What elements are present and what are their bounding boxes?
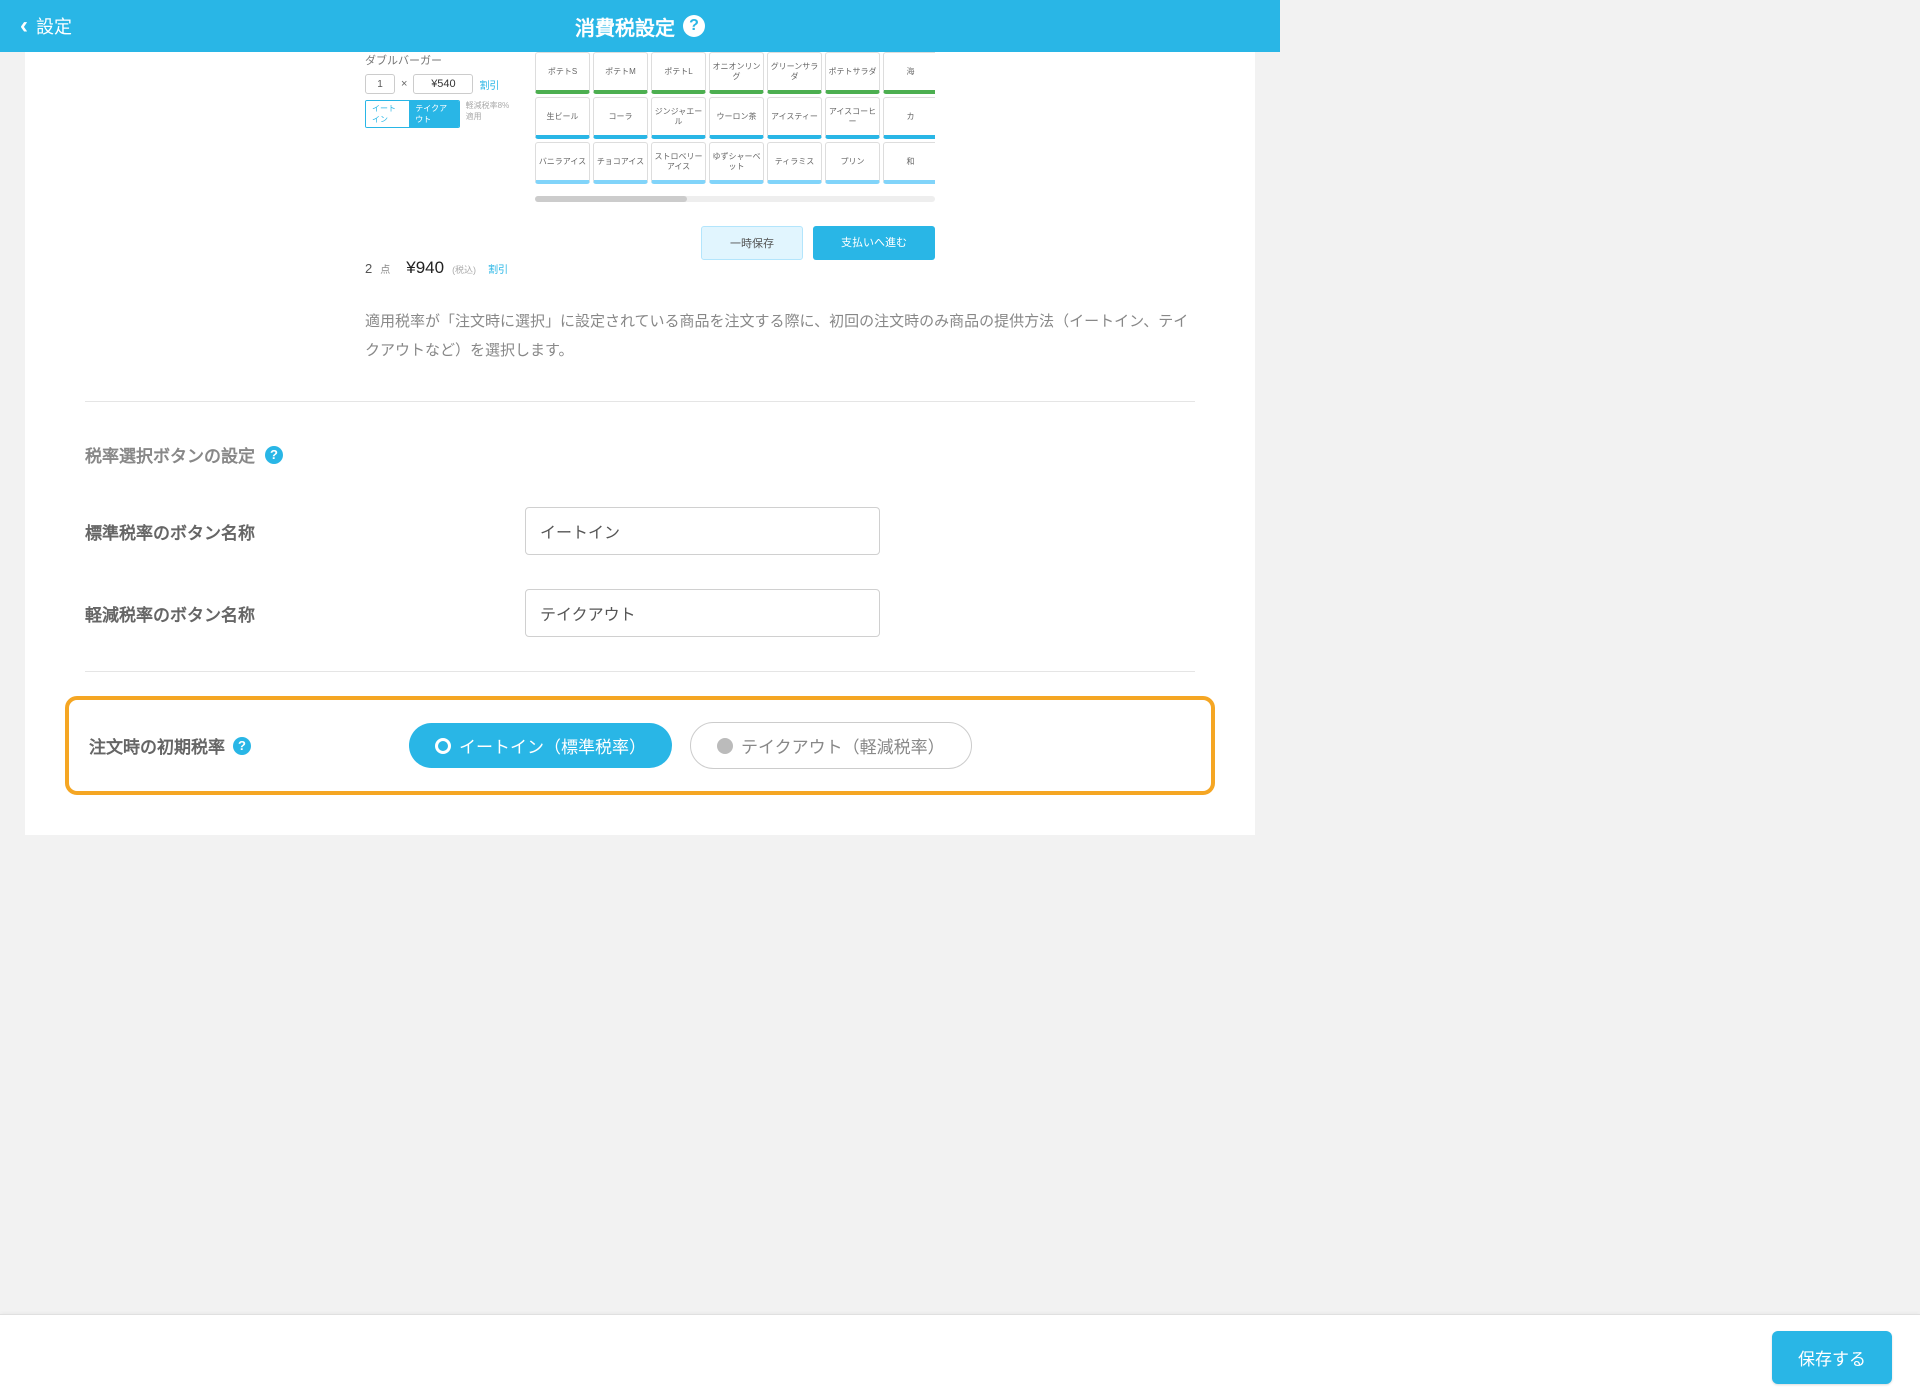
preview-qty-row: 1 × ¥540 割引 xyxy=(365,74,515,94)
menu-tile: グリーンサラダ xyxy=(767,52,822,94)
menu-scrollbar xyxy=(535,196,935,202)
radio-eat-in[interactable]: イートイン（標準税率） xyxy=(409,723,672,768)
menu-tile: カ xyxy=(883,97,935,139)
preview-mock: ダブルバーガー 1 × ¥540 割引 イートイン テイクアウト 軽減税率8%適… xyxy=(85,52,1195,278)
chip-takeout: テイクアウト xyxy=(409,101,458,127)
help-icon[interactable]: ? xyxy=(683,15,705,37)
menu-tile: アイスティー xyxy=(767,97,822,139)
back-button[interactable]: ‹ 設定 xyxy=(0,13,72,39)
menu-tile: チョコアイス xyxy=(593,142,648,184)
menu-tile: オニオンリング xyxy=(709,52,764,94)
standard-rate-label: 標準税率のボタン名称 xyxy=(85,519,525,544)
preview-tax-in: (税込) xyxy=(452,263,476,276)
temp-save-button: 一時保存 xyxy=(701,226,803,260)
preview-total-row: 2 点 ¥940 (税込) 割引 xyxy=(365,258,515,278)
main-card: ダブルバーガー 1 × ¥540 割引 イートイン テイクアウト 軽減税率8%適… xyxy=(25,52,1255,835)
chip-eat-in: イートイン xyxy=(366,101,409,127)
menu-tile: ポテトM xyxy=(593,52,648,94)
preview-discount2: 割引 xyxy=(488,261,508,276)
menu-tile: ポテトL xyxy=(651,52,706,94)
preview-cart: ダブルバーガー 1 × ¥540 割引 イートイン テイクアウト 軽減税率8%適… xyxy=(365,52,515,278)
help-icon[interactable]: ? xyxy=(265,446,283,464)
preview-chip-row: イートイン テイクアウト 軽減税率8%適用 xyxy=(365,94,515,128)
menu-tile: ストロベリーアイス xyxy=(651,142,706,184)
page-title: 消費税設定 xyxy=(575,12,675,41)
menu-tile: アイスコーヒー xyxy=(825,97,880,139)
preview-menu-grid: ポテトS ポテトM ポテトL オニオンリング グリーンサラダ ポテトサラダ 海 … xyxy=(535,52,935,260)
save-button[interactable]: 保存する xyxy=(1772,1331,1892,1384)
radio-takeout-label: テイクアウト（軽減税率） xyxy=(741,733,945,758)
standard-rate-input[interactable] xyxy=(525,507,880,555)
menu-tile: ポテトサラダ xyxy=(825,52,880,94)
initial-rate-label: 注文時の初期税率 xyxy=(89,733,225,758)
app-header: ‹ 設定 消費税設定 ? xyxy=(0,0,1280,52)
radio-eat-in-label: イートイン（標準税率） xyxy=(459,733,646,758)
preview-qty: 1 xyxy=(365,74,395,94)
menu-tile: ゆずシャーベット xyxy=(709,142,764,184)
menu-tile: ウーロン茶 xyxy=(709,97,764,139)
menu-tile: コーラ xyxy=(593,97,648,139)
section-title-text: 税率選択ボタンの設定 xyxy=(85,442,255,467)
radio-dot-icon xyxy=(717,738,733,754)
menu-tile: ポテトS xyxy=(535,52,590,94)
section-divider xyxy=(85,671,1195,672)
reduced-rate-label: 軽減税率のボタン名称 xyxy=(85,601,525,626)
preview-total-count-unit: 点 xyxy=(380,261,390,276)
preview-product-name: ダブルバーガー xyxy=(365,52,515,68)
preview-total-price: ¥940 xyxy=(406,258,444,278)
menu-tile: ジンジャエール xyxy=(651,97,706,139)
preview-description: 適用税率が「注文時に選択」に設定されている商品を注文する際に、初回の注文時のみ商… xyxy=(365,308,1195,365)
menu-tile: 生ビール xyxy=(535,97,590,139)
preview-qty-sep: × xyxy=(401,78,407,90)
menu-tile: 海 xyxy=(883,52,935,94)
menu-tile: バニラアイス xyxy=(535,142,590,184)
preview-total-count: 2 xyxy=(365,261,372,276)
tax-button-section-title: 税率選択ボタンの設定 ? xyxy=(85,442,1195,467)
menu-tile: ティラミス xyxy=(767,142,822,184)
radio-takeout[interactable]: テイクアウト（軽減税率） xyxy=(690,722,972,769)
menu-tile: 和 xyxy=(883,142,935,184)
preview-price: ¥540 xyxy=(413,74,473,94)
reduced-rate-input[interactable] xyxy=(525,589,880,637)
section-divider xyxy=(85,401,1195,402)
initial-tax-rate-highlight: 注文時の初期税率 ? イートイン（標準税率） テイクアウト（軽減税率） xyxy=(65,696,1215,795)
chip-note: 軽減税率8%適用 xyxy=(466,100,515,122)
initial-rate-label-wrap: 注文時の初期税率 ? xyxy=(89,733,409,758)
menu-grid: ポテトS ポテトM ポテトL オニオンリング グリーンサラダ ポテトサラダ 海 … xyxy=(535,52,935,184)
preview-discount: 割引 xyxy=(479,77,499,92)
preview-action-row: 一時保存 支払いへ進む xyxy=(535,226,935,260)
menu-tile: プリン xyxy=(825,142,880,184)
help-icon[interactable]: ? xyxy=(233,737,251,755)
reduced-rate-row: 軽減税率のボタン名称 xyxy=(85,589,1195,637)
footer-bar: 保存する xyxy=(0,1314,1920,1400)
page-title-wrap: 消費税設定 ? xyxy=(575,12,705,41)
back-label: 設定 xyxy=(36,13,72,39)
standard-rate-row: 標準税率のボタン名称 xyxy=(85,507,1195,555)
radio-dot-icon xyxy=(435,738,451,754)
proceed-pay-button: 支払いへ進む xyxy=(813,226,935,260)
chevron-left-icon: ‹ xyxy=(20,14,28,38)
